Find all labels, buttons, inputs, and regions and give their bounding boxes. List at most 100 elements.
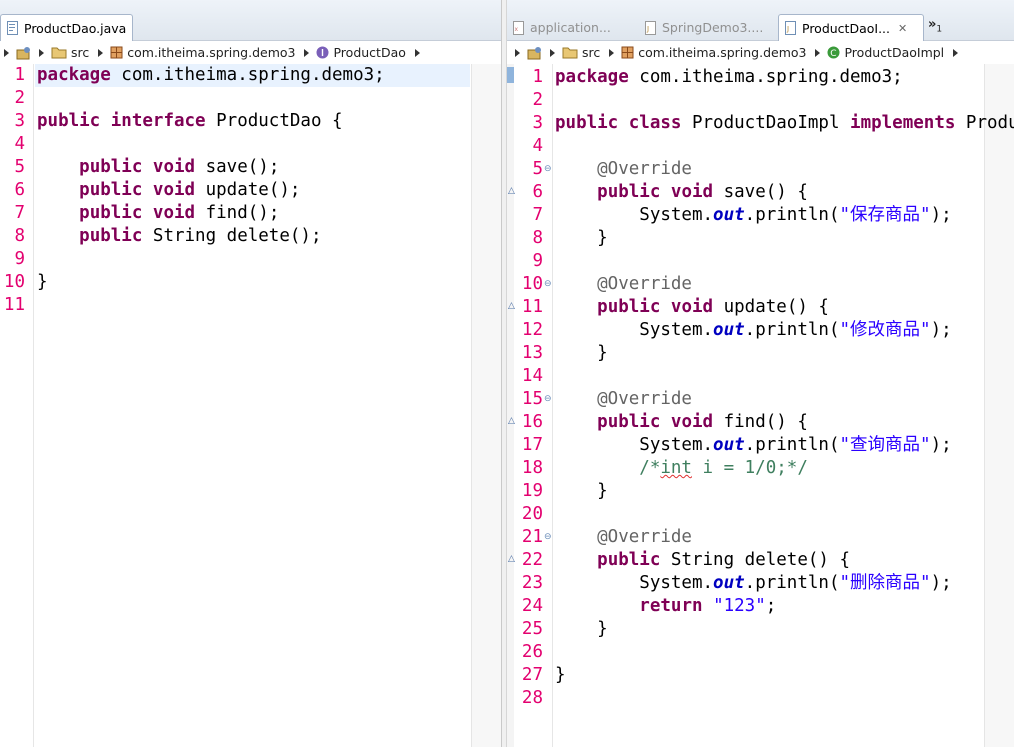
code-line[interactable]: } — [555, 342, 608, 365]
fold-collapse-icon[interactable]: ⊖ — [544, 532, 552, 542]
breadcrumb-package-label: com.itheima.spring.demo3 — [127, 45, 296, 60]
breadcrumb-src[interactable]: src — [51, 45, 89, 60]
chevron-right-icon[interactable] — [98, 48, 104, 57]
tab-label: SpringDemo3.... — [662, 20, 764, 35]
tab-springdemo3[interactable]: J SpringDemo3.... — [639, 14, 777, 41]
code-line[interactable]: public void find(); — [37, 202, 279, 225]
project-icon[interactable] — [527, 46, 543, 60]
code-line[interactable]: System.out.println("保存商品"); — [555, 204, 951, 227]
code-line[interactable]: } — [555, 664, 566, 687]
override-marker-icon[interactable]: △ — [508, 186, 515, 196]
code-token: int — [660, 458, 692, 478]
tab-productdao-java[interactable]: ProductDao.java ✕ — [0, 14, 133, 41]
chevron-right-icon[interactable] — [515, 48, 520, 57]
code-token: ; — [765, 596, 777, 616]
line-number: 2 — [532, 90, 543, 110]
code-token: void — [152, 157, 196, 177]
override-marker-icon[interactable]: △ — [508, 416, 515, 426]
code-line[interactable]: @Override — [555, 526, 692, 549]
code-token: void — [670, 182, 714, 202]
override-marker-icon[interactable]: △ — [508, 301, 515, 311]
code-token: } — [555, 665, 566, 685]
code-line[interactable]: package com.itheima.spring.demo3; — [555, 66, 903, 89]
line-number: 5 — [532, 159, 543, 179]
java-file-icon — [7, 21, 19, 35]
code-token: "查询商品" — [839, 435, 931, 455]
line-number: 1 — [14, 65, 25, 85]
code-line[interactable]: /*int i = 1/0;*/ — [555, 457, 808, 480]
tab-overflow-button[interactable]: »1 — [928, 17, 942, 35]
code-line[interactable]: public class ProductDaoImpl implements P… — [555, 112, 1014, 135]
code-line[interactable]: } — [555, 618, 608, 641]
code-line[interactable]: @Override — [555, 273, 692, 296]
code-line[interactable]: public void save(); — [37, 156, 279, 179]
code-token: find() { — [713, 412, 808, 432]
chevron-right-icon[interactable] — [4, 48, 9, 57]
tab-application-xml[interactable]: x application... — [507, 14, 637, 41]
overview-ruler[interactable] — [471, 64, 501, 747]
chevron-right-icon[interactable] — [953, 48, 959, 57]
code-line[interactable]: public void save() { — [555, 181, 808, 204]
source-folder-icon — [562, 46, 578, 59]
line-number: 4 — [14, 134, 25, 154]
code-line[interactable]: public String delete(); — [37, 225, 321, 248]
line-number: 3 — [14, 111, 25, 131]
chevron-right-icon[interactable] — [609, 48, 615, 57]
line-number: 6 — [14, 180, 25, 200]
code-token: public — [79, 157, 143, 177]
line-number: 21 — [521, 527, 543, 547]
code-line[interactable]: } — [555, 227, 608, 250]
code-line[interactable]: return "123"; — [555, 595, 776, 618]
code-line[interactable]: System.out.println("删除商品"); — [555, 572, 952, 595]
chevron-right-icon[interactable] — [550, 48, 555, 57]
code-line[interactable]: public void update() { — [555, 296, 829, 319]
chevron-right-icon[interactable] — [815, 48, 821, 57]
code-line[interactable]: public String delete() { — [555, 549, 850, 572]
code-token: .println( — [744, 435, 840, 455]
line-number: 8 — [532, 228, 543, 248]
line-number: 25 — [521, 619, 543, 639]
code-line[interactable]: public void find() { — [555, 411, 808, 434]
chevron-right-icon[interactable] — [39, 48, 44, 57]
breadcrumb-type[interactable]: C ProductDaoImpl — [827, 45, 944, 60]
code-line[interactable]: } — [37, 271, 48, 294]
breadcrumb-type[interactable]: ProductDao — [316, 45, 406, 60]
right-editor-pane: x application... J SpringDemo3.... J Pro… — [507, 0, 1014, 747]
close-icon[interactable]: ✕ — [898, 22, 907, 35]
fold-collapse-icon[interactable]: ⊖ — [544, 394, 552, 404]
code-token: void — [152, 203, 196, 223]
tab-productdaoimpl[interactable]: J ProductDaoI... ✕ — [778, 14, 924, 41]
left-code-editor[interactable]: 1 package com.itheima.spring.demo3; 2 3 publ… — [0, 64, 501, 747]
overview-ruler[interactable] — [984, 64, 1014, 747]
code-token: public — [597, 297, 661, 317]
line-number: 4 — [532, 136, 543, 156]
fold-collapse-icon[interactable]: ⊖ — [544, 279, 552, 289]
code-line[interactable]: } — [555, 480, 608, 503]
code-line[interactable]: package com.itheima.spring.demo3; — [37, 64, 385, 87]
code-line[interactable]: @Override — [555, 388, 692, 411]
project-icon[interactable] — [16, 46, 32, 60]
chevron-right-icon[interactable] — [304, 48, 310, 57]
code-line[interactable]: @Override — [555, 158, 692, 181]
breadcrumb-src-label: src — [582, 45, 601, 60]
breadcrumb-package[interactable]: com.itheima.spring.demo3 — [110, 45, 295, 60]
code-line[interactable]: System.out.println("查询商品"); — [555, 434, 951, 457]
line-number: 28 — [521, 688, 543, 708]
code-token: ); — [930, 573, 952, 593]
code-line[interactable]: System.out.println("修改商品"); — [555, 319, 951, 342]
right-code-editor[interactable]: 1 package com.itheima.spring.demo3; 2 3 publ… — [507, 64, 1014, 747]
breadcrumb-src[interactable]: src — [562, 45, 600, 60]
code-token: "保存商品" — [839, 205, 931, 225]
line-number: 20 — [521, 504, 543, 524]
breadcrumb-package[interactable]: com.itheima.spring.demo3 — [621, 45, 806, 60]
code-line[interactable]: public void update(); — [37, 179, 300, 202]
chevron-right-icon[interactable] — [414, 48, 420, 57]
fold-collapse-icon[interactable]: ⊖ — [544, 164, 552, 174]
override-marker-icon[interactable]: △ — [508, 554, 515, 564]
code-line[interactable]: public interface ProductDao { — [37, 110, 343, 133]
